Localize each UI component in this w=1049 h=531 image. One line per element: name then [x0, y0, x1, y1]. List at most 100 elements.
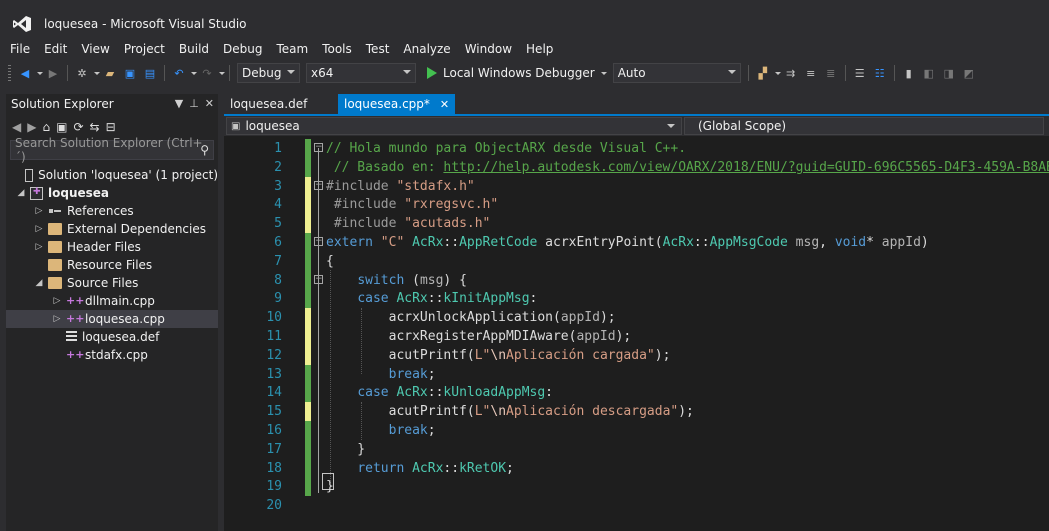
new-project-icon[interactable]: ✲ — [74, 65, 90, 81]
home-icon[interactable]: ⌂ — [42, 120, 50, 134]
tree-item[interactable]: Solution 'loquesea' (1 project) — [6, 166, 218, 184]
menu-analyze[interactable]: Analyze — [396, 42, 457, 56]
code-token: msg — [419, 272, 444, 288]
open-file-icon[interactable]: ▰ — [102, 65, 118, 81]
solution-configuration-select[interactable]: Debug — [237, 63, 300, 83]
collapse-icon[interactable]: − — [314, 274, 323, 284]
code-editor[interactable]: 1−// Hola mundo para ObjectARX desde Vis… — [224, 136, 1049, 531]
scope-select[interactable]: (Global Scope) — [684, 117, 1044, 135]
code-token: kUnloadAppMsg — [443, 385, 546, 401]
expander-icon[interactable]: ◢ — [16, 188, 26, 198]
tree-item[interactable]: ▷ ++ dllmain.cpp — [6, 292, 218, 310]
tree-item[interactable]: ▷ References — [6, 202, 218, 220]
tree-item[interactable]: ▷ External Dependencies — [6, 220, 218, 238]
indent-icon[interactable]: ≡ — [803, 65, 819, 81]
sync-icon[interactable]: ⇆ — [90, 120, 100, 134]
code-token: "stdafx.h" — [396, 178, 475, 194]
menu-file[interactable]: File — [3, 42, 37, 56]
back-icon[interactable]: ◀ — [12, 120, 21, 134]
save-all-icon[interactable]: ▤ — [142, 65, 158, 81]
toolbar-grip[interactable] — [8, 65, 11, 81]
start-debugging-button[interactable]: Local Windows Debugger — [427, 66, 607, 80]
redo-icon[interactable]: ↷ — [199, 65, 215, 81]
undo-icon[interactable]: ↶ — [171, 65, 187, 81]
expander-icon[interactable]: ▷ — [34, 206, 44, 216]
tree-item[interactable]: ◢ Source Files — [6, 274, 218, 292]
menu-help[interactable]: Help — [519, 42, 560, 56]
prev-bookmark-icon[interactable]: ◧ — [921, 65, 937, 81]
expander-icon[interactable]: ▷ — [34, 224, 44, 234]
window-position-icon[interactable]: ▼ — [175, 97, 183, 110]
switch-views-icon[interactable]: ▣ — [56, 120, 67, 134]
debug-mode-select[interactable]: Auto — [612, 63, 741, 83]
expander-icon[interactable]: ▷ — [52, 296, 62, 306]
undo-dropdown-icon[interactable] — [191, 71, 197, 75]
project-scope-select[interactable]: ▣ loquesea — [226, 117, 682, 135]
close-tab-icon[interactable]: ✕ — [440, 98, 449, 111]
outdent-icon[interactable]: ≣ — [823, 65, 839, 81]
tree-item[interactable]: ▷ ++ loquesea.cpp — [6, 310, 218, 328]
collapse-icon[interactable]: − — [314, 143, 323, 152]
expander-icon[interactable]: ▷ — [34, 242, 44, 252]
menu-build[interactable]: Build — [172, 42, 216, 56]
forward-icon[interactable]: ▶ — [27, 120, 36, 134]
tree-item[interactable]: ◢ loquesea — [6, 184, 218, 202]
menu-project[interactable]: Project — [117, 42, 172, 56]
tree-item-label: loquesea — [48, 186, 110, 200]
change-marker — [305, 383, 311, 403]
code-token: AcRx — [396, 385, 428, 401]
panel-controls: ▼ ⊥ ✕ — [175, 97, 214, 110]
find-in-files-icon[interactable]: ▞ — [755, 65, 771, 81]
clear-bookmarks-icon[interactable]: ◩ — [961, 65, 977, 81]
tree-item-label: Source Files — [67, 276, 139, 290]
toolbar-separator — [164, 65, 165, 81]
forward-icon[interactable]: ▶ — [45, 65, 61, 81]
search-icon[interactable]: ⚲ — [200, 143, 209, 157]
redo-dropdown-icon[interactable] — [219, 71, 225, 75]
change-marker — [305, 157, 311, 177]
tree-item-label: Solution 'loquesea' (1 project) — [38, 168, 218, 182]
menu-test[interactable]: Test — [359, 42, 397, 56]
new-project-dropdown-icon[interactable] — [94, 71, 100, 75]
step-icon[interactable]: ⇉ — [783, 65, 799, 81]
close-icon[interactable]: ✕ — [205, 97, 214, 110]
tab-loquesea-def[interactable]: loquesea.def — [224, 94, 338, 114]
menu-team[interactable]: Team — [269, 42, 315, 56]
menu-tools[interactable]: Tools — [315, 42, 359, 56]
uncomment-icon[interactable]: ☷ — [872, 65, 888, 81]
solution-explorer-search[interactable]: Search Solution Explorer (Ctrl+´) ⚲ — [10, 136, 214, 164]
code-token: void — [834, 235, 867, 250]
back-dropdown-icon[interactable] — [37, 71, 43, 75]
code-token: "C" — [380, 235, 413, 250]
menu-edit[interactable]: Edit — [37, 42, 74, 56]
code-token[interactable]: http://help.autodesk.com/view/OARX/2018/… — [443, 160, 1049, 175]
code-token: :: — [443, 460, 460, 476]
collapse-icon[interactable]: − — [314, 237, 323, 246]
code-text: acrxUnlockApplication(appId); — [326, 308, 616, 327]
chevron-down-icon — [287, 70, 295, 74]
save-icon[interactable]: ▣ — [122, 65, 138, 81]
menu-debug[interactable]: Debug — [216, 42, 269, 56]
collapse-icon[interactable]: − — [314, 180, 323, 190]
line-number: 20 — [266, 498, 282, 514]
collapse-all-icon[interactable]: ⊟ — [106, 120, 116, 134]
menu-view[interactable]: View — [74, 42, 116, 56]
comment-icon[interactable]: ☰ — [852, 65, 868, 81]
solution-platform-select[interactable]: x64 — [306, 63, 416, 83]
expander-icon[interactable]: ◢ — [34, 278, 44, 288]
find-dropdown-icon[interactable] — [774, 71, 781, 75]
pin-icon[interactable]: ⊥ — [189, 97, 199, 110]
bookmark-icon[interactable]: ▮ — [901, 65, 917, 81]
back-icon[interactable]: ◀ — [17, 65, 33, 81]
tree-item[interactable]: Resource Files — [6, 256, 218, 274]
tree-item[interactable]: ▷ Header Files — [6, 238, 218, 256]
next-bookmark-icon[interactable]: ◨ — [941, 65, 957, 81]
expander-icon[interactable]: ▷ — [52, 314, 62, 324]
pending-changes-icon[interactable]: ⟳ — [73, 120, 83, 134]
tree-item[interactable]: ++ stdafx.cpp — [6, 346, 218, 364]
tree-item[interactable]: loquesea.def — [6, 328, 218, 346]
menu-window[interactable]: Window — [458, 42, 519, 56]
tab-loquesea-cpp[interactable]: loquesea.cpp* ✕ — [338, 94, 456, 114]
debugger-dropdown-icon[interactable] — [600, 71, 607, 75]
